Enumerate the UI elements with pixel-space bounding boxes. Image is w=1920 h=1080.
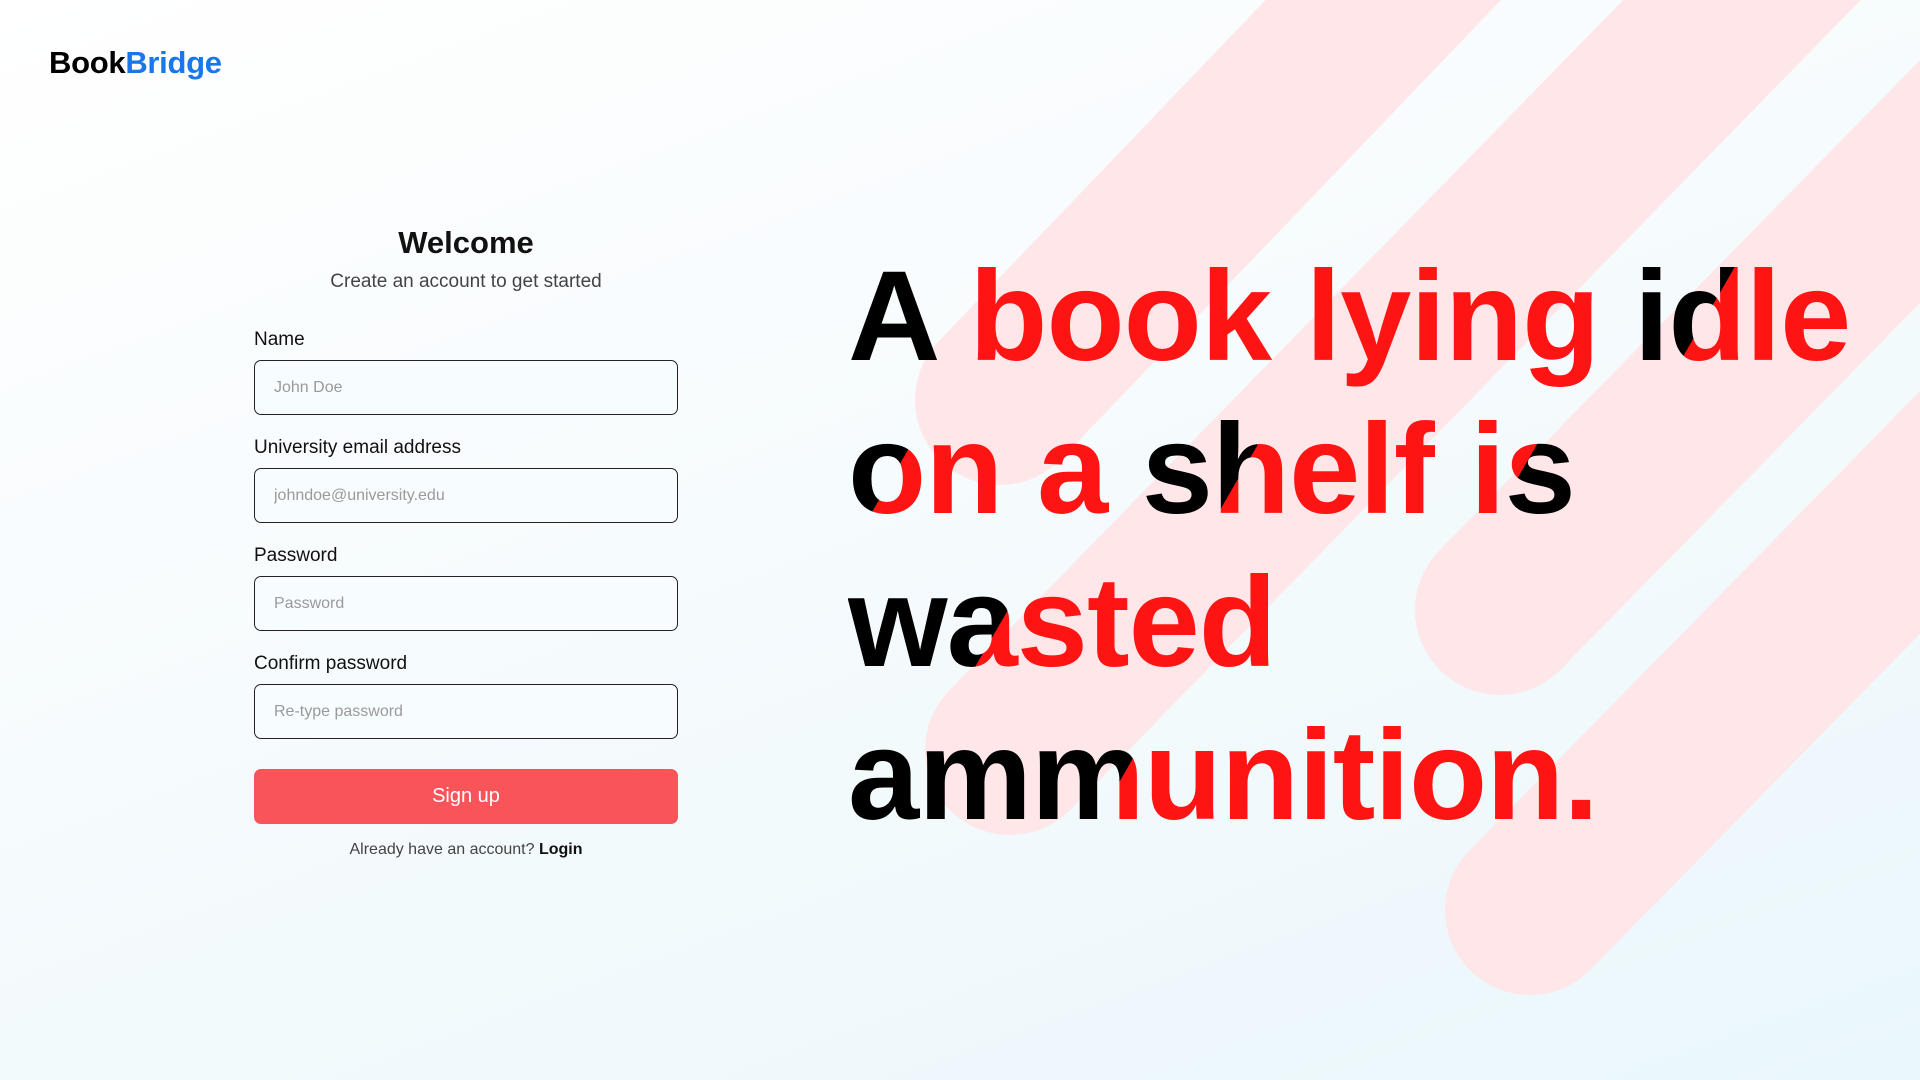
headline-word: wasted [848,551,1277,694]
headline-word: on [848,398,1003,541]
form-title: Welcome [398,225,534,260]
headline-word: is [1470,398,1576,541]
signup-form: Welcome Create an account to get started… [254,225,678,859]
brand-name-part1: Book [49,45,126,80]
headline-word: shelf [1141,398,1437,541]
headline-word: a [1036,398,1108,541]
hero-headline: A book lying idle on a shelf is wasted a… [848,240,1888,852]
brand-name-part2: Bridge [125,45,222,80]
login-link[interactable]: Login [539,841,583,858]
password-label: Password [254,545,338,566]
already-have-account-text: Already have an account? [349,841,535,858]
headline-word: book [969,245,1272,388]
login-prompt: Already have an account? Login [254,841,678,859]
password-field-group: Password [254,545,678,631]
email-label: University email address [254,437,461,458]
form-subtitle: Create an account to get started [330,271,602,292]
confirm-password-input[interactable] [254,684,678,739]
headline-word: idle [1633,245,1851,388]
email-input[interactable] [254,468,678,523]
name-field-group: Name [254,329,678,415]
confirm-password-label: Confirm password [254,653,408,674]
headline-word: lying [1305,245,1601,388]
email-field-group: University email address [254,437,678,523]
headline-word: ammunition. [848,704,1599,847]
password-input[interactable] [254,576,678,631]
headline-word: A [848,245,936,388]
confirm-password-field-group: Confirm password [254,653,678,739]
signup-button[interactable]: Sign up [254,769,678,824]
name-label: Name [254,329,305,350]
name-input[interactable] [254,360,678,415]
brand-logo[interactable]: BookBridge [49,45,222,81]
form-fields: Name University email address Password C… [254,329,678,739]
